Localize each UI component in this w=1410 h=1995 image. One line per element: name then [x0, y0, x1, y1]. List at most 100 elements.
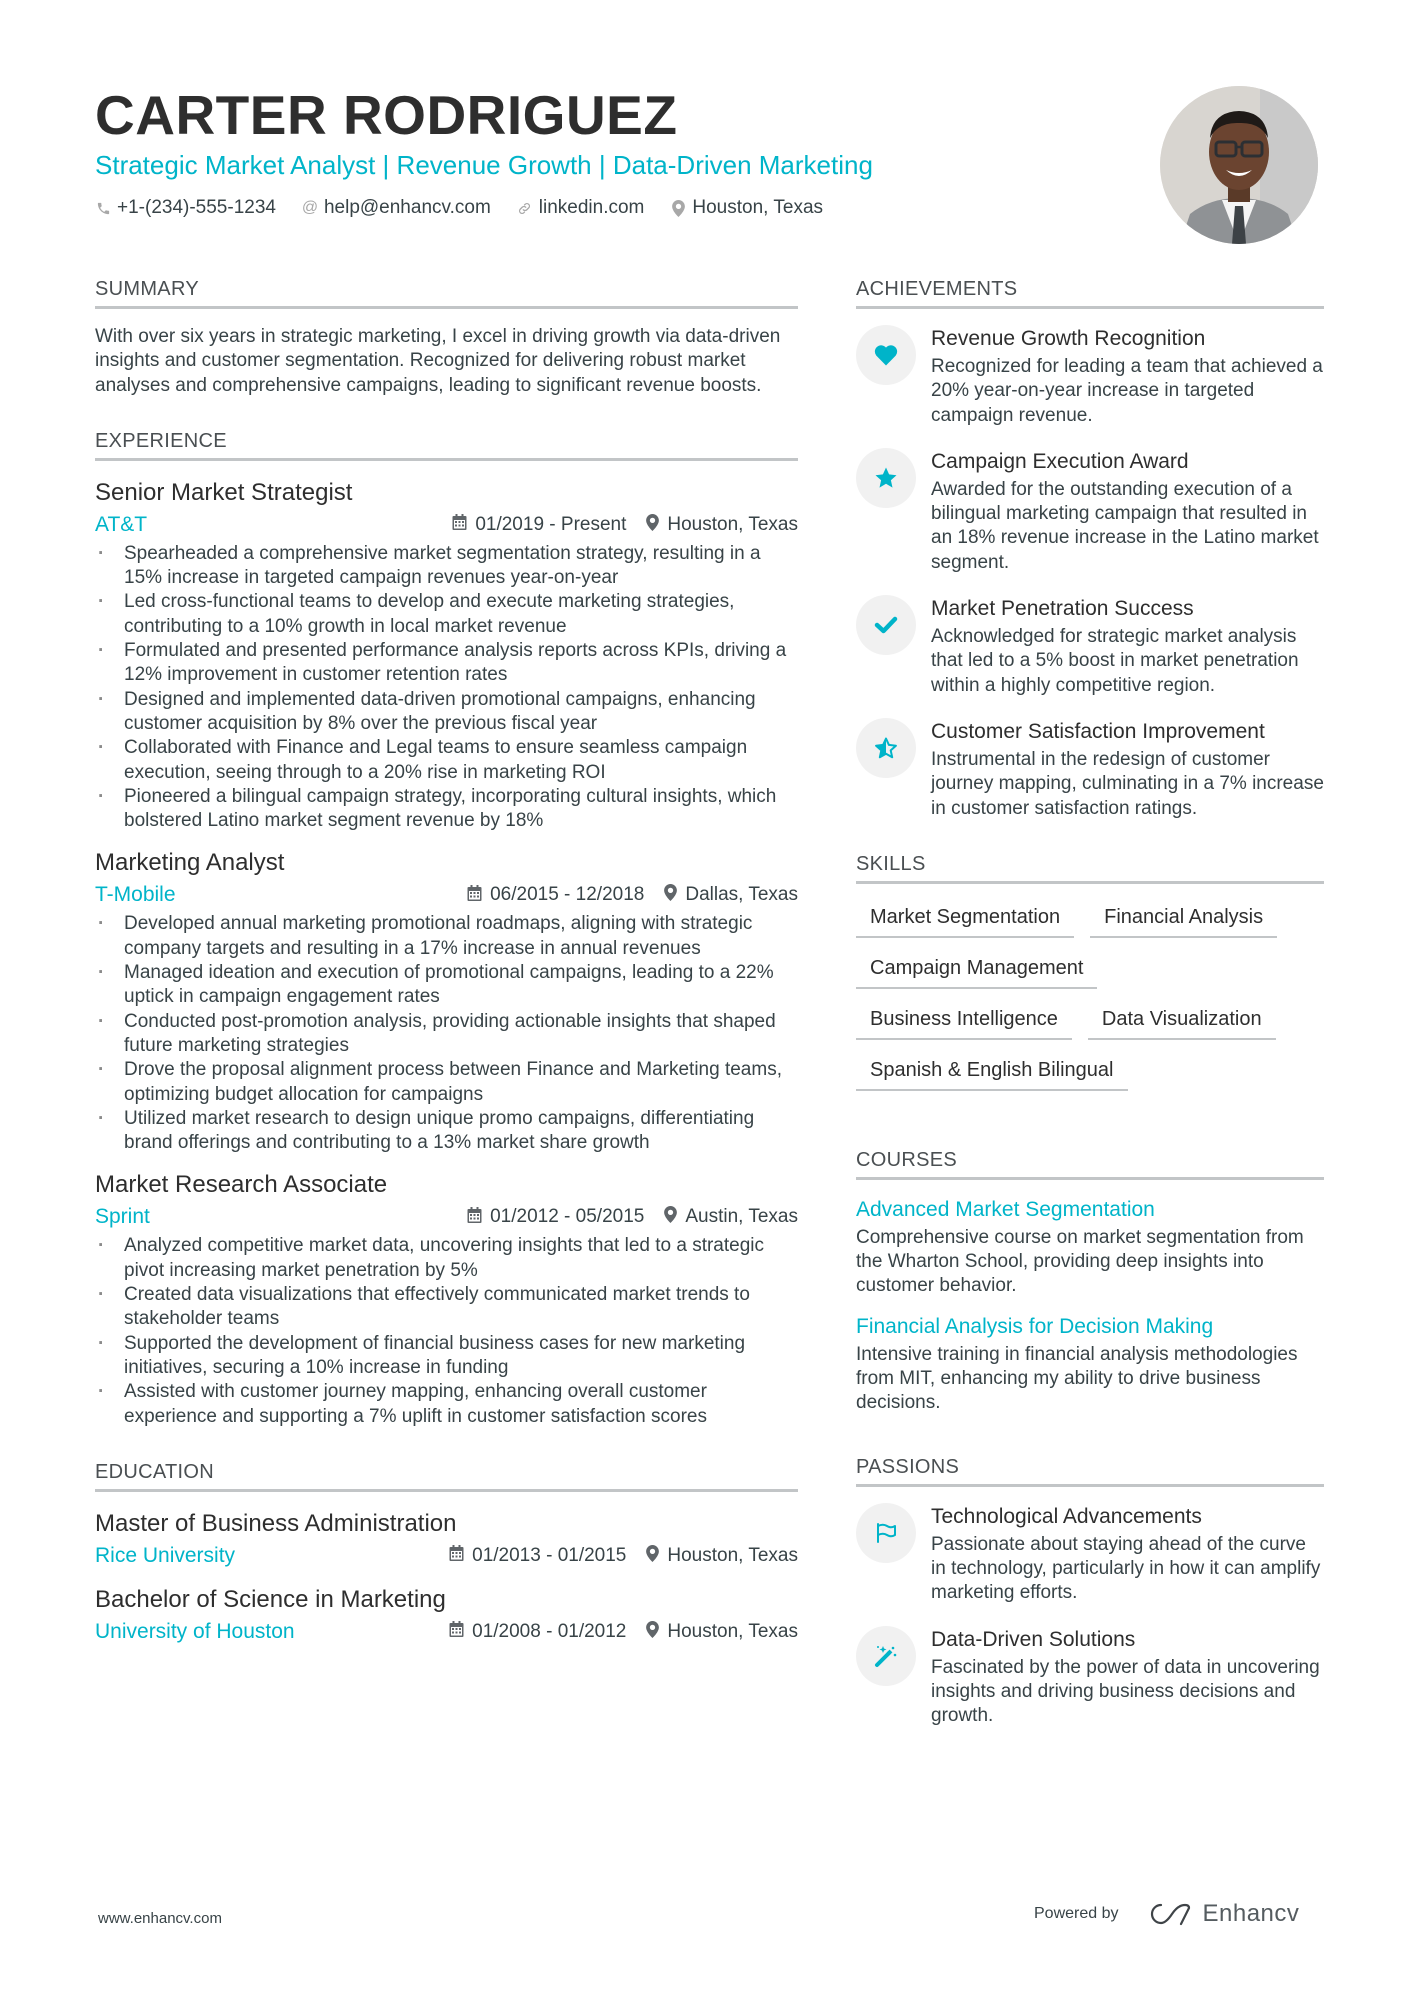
education-heading: EDUCATION	[95, 1459, 798, 1492]
contact-email[interactable]: @ help@enhancv.com	[302, 196, 491, 220]
passions-section: PASSIONS Technological Advancements Pass…	[856, 1454, 1324, 1729]
contact-email-text: help@enhancv.com	[323, 197, 491, 218]
job-meta: AT&T 01/2019 - Present Houston, Texas	[95, 511, 798, 539]
heart-icon	[856, 325, 916, 385]
company-name[interactable]: Sprint	[95, 1203, 150, 1231]
experience-entry: Marketing Analyst T-Mobile 06/2015 - 12/…	[95, 847, 798, 1155]
achievement-desc: Awarded for the outstanding execution of…	[931, 478, 1319, 573]
experience-entry: Senior Market Strategist AT&T 01/2019 - …	[95, 477, 798, 834]
job-location: Austin, Texas	[685, 1206, 798, 1228]
achievement-item: Customer Satisfaction Improvement Instru…	[856, 717, 1324, 821]
left-column: SUMMARY With over six years in strategic…	[95, 276, 798, 1676]
degree-title: Bachelor of Science in Marketing	[95, 1585, 446, 1613]
bullet-item: Managed ideation and execution of promot…	[95, 961, 798, 1010]
course-title[interactable]: Advanced Market Segmentation	[856, 1196, 1324, 1224]
location-pin-icon	[646, 1544, 660, 1567]
person-avatar-icon	[1160, 86, 1318, 244]
course-item: Advanced Market Segmentation Comprehensi…	[856, 1196, 1324, 1299]
company-name[interactable]: AT&T	[95, 511, 147, 539]
job-meta: T-Mobile 06/2015 - 12/2018 Dallas, Texas	[95, 881, 798, 909]
bullet-item: Created data visualizations that effecti…	[95, 1283, 798, 1332]
bullet-item: Formulated and presented performance ana…	[95, 639, 798, 688]
job-dates: 01/2019 - Present	[475, 513, 627, 535]
contact-phone[interactable]: +1-(234)-555-1234	[95, 196, 276, 220]
job-location: Houston, Texas	[667, 513, 798, 535]
calendar-icon	[452, 514, 467, 535]
star-icon	[856, 447, 916, 508]
passion-desc: Fascinated by the power of data in uncov…	[931, 1656, 1320, 1727]
contact-linkedin[interactable]: linkedin.com	[517, 196, 645, 220]
achievement-item: Market Penetration Success Acknowledged …	[856, 595, 1324, 698]
bullet-item: Designed and implemented data-driven pro…	[95, 688, 798, 737]
company-name[interactable]: T-Mobile	[95, 881, 176, 909]
summary-section: SUMMARY With over six years in strategic…	[95, 276, 798, 398]
contact-phone-text: +1-(234)-555-1234	[117, 197, 276, 218]
enhancv-logo-icon	[1150, 1903, 1190, 1926]
calendar-icon	[467, 884, 482, 906]
achievements-section: ACHIEVEMENTS Revenue Growth Recognition …	[856, 276, 1324, 821]
job-location: Dallas, Texas	[685, 884, 798, 906]
education-entry: Master of Business Administration Rice U…	[95, 1508, 798, 1570]
calendar-icon	[449, 1621, 464, 1642]
achievement-title: Revenue Growth Recognition	[931, 327, 1206, 350]
skill-tag: Financial Analysis	[1090, 904, 1278, 938]
school-name[interactable]: Rice University	[95, 1542, 235, 1570]
school-name[interactable]: University of Houston	[95, 1618, 295, 1646]
experience-entry: Market Research Associate Sprint 01/2012…	[95, 1169, 798, 1428]
powered-by-label: Powered by	[1034, 1905, 1119, 1922]
job-meta: Sprint 01/2012 - 05/2015 Austin, Texas	[95, 1203, 798, 1231]
course-title[interactable]: Financial Analysis for Decision Making	[856, 1313, 1324, 1341]
course-desc: Comprehensive course on market segmentat…	[856, 1226, 1304, 1297]
passion-desc: Passionate about staying ahead of the cu…	[931, 1533, 1321, 1604]
bullet-item: Led cross-functional teams to develop an…	[95, 590, 798, 639]
job-title: Marketing Analyst	[95, 849, 285, 877]
job-dates: 06/2015 - 12/2018	[490, 884, 645, 906]
education-entry: Bachelor of Science in Marketing Univers…	[95, 1584, 798, 1646]
achievements-heading: ACHIEVEMENTS	[856, 276, 1324, 309]
course-desc: Intensive training in financial analysis…	[856, 1343, 1298, 1414]
education-location: Houston, Texas	[667, 1620, 798, 1642]
skill-tag: Spanish & English Bilingual	[856, 1057, 1128, 1091]
enhancv-logo[interactable]: Enhancv	[1145, 1900, 1300, 1928]
candidate-name: CARTER RODRIGUEZ	[95, 84, 678, 146]
contact-linkedin-text: linkedin.com	[538, 197, 645, 218]
location-pin-icon	[646, 513, 660, 536]
skill-tag: Business Intelligence	[856, 1006, 1072, 1040]
phone-icon	[95, 201, 111, 216]
summary-text: With over six years in strategic marketi…	[95, 326, 781, 396]
footer-website[interactable]: www.enhancv.com	[98, 1910, 222, 1927]
courses-section: COURSES Advanced Market Segmentation Com…	[856, 1147, 1324, 1416]
achievement-desc: Acknowledged for strategic market analys…	[931, 626, 1299, 696]
achievement-desc: Instrumental in the redesign of customer…	[931, 748, 1324, 819]
course-item: Financial Analysis for Decision Making I…	[856, 1313, 1324, 1416]
experience-heading: EXPERIENCE	[95, 428, 798, 461]
calendar-icon	[467, 1206, 482, 1228]
location-pin-icon	[664, 1206, 678, 1228]
half-star-icon	[856, 717, 916, 778]
education-location: Houston, Texas	[667, 1544, 798, 1566]
skill-tag: Data Visualization	[1087, 1006, 1276, 1040]
brand-name: Enhancv	[1202, 1900, 1300, 1927]
resume-header: CARTER RODRIGUEZ Strategic Market Analys…	[95, 84, 1095, 220]
experience-section: EXPERIENCE Senior Market Strategist AT&T…	[95, 428, 798, 1429]
location-pin-icon	[664, 884, 678, 906]
bullet-item: Analyzed competitive market data, uncove…	[95, 1234, 798, 1283]
job-title: Senior Market Strategist	[95, 478, 353, 506]
passions-heading: PASSIONS	[856, 1454, 1324, 1487]
job-dates: 01/2012 - 05/2015	[490, 1206, 645, 1228]
location-pin-icon	[670, 199, 686, 217]
achievement-title: Customer Satisfaction Improvement	[931, 719, 1265, 743]
profile-photo	[1160, 86, 1318, 244]
bullet-item: Supported the development of financial b…	[95, 1332, 798, 1381]
bullet-item: Utilized market research to design uniqu…	[95, 1107, 798, 1156]
summary-heading: SUMMARY	[95, 276, 798, 309]
achievement-item: Campaign Execution Award Awarded for the…	[856, 447, 1324, 575]
job-bullets: Spearheaded a comprehensive market segme…	[95, 542, 798, 834]
achievement-desc: Recognized for leading a team that achie…	[931, 356, 1323, 426]
skill-tag: Market Segmentation	[856, 904, 1075, 938]
job-bullets: Developed annual marketing promotional r…	[95, 912, 798, 1155]
calendar-icon	[449, 1545, 464, 1566]
bullet-item: Collaborated with Finance and Legal team…	[95, 736, 798, 785]
passion-item: Data-Driven Solutions Fascinated by the …	[856, 1625, 1324, 1729]
contact-location-text: Houston, Texas	[692, 197, 824, 218]
